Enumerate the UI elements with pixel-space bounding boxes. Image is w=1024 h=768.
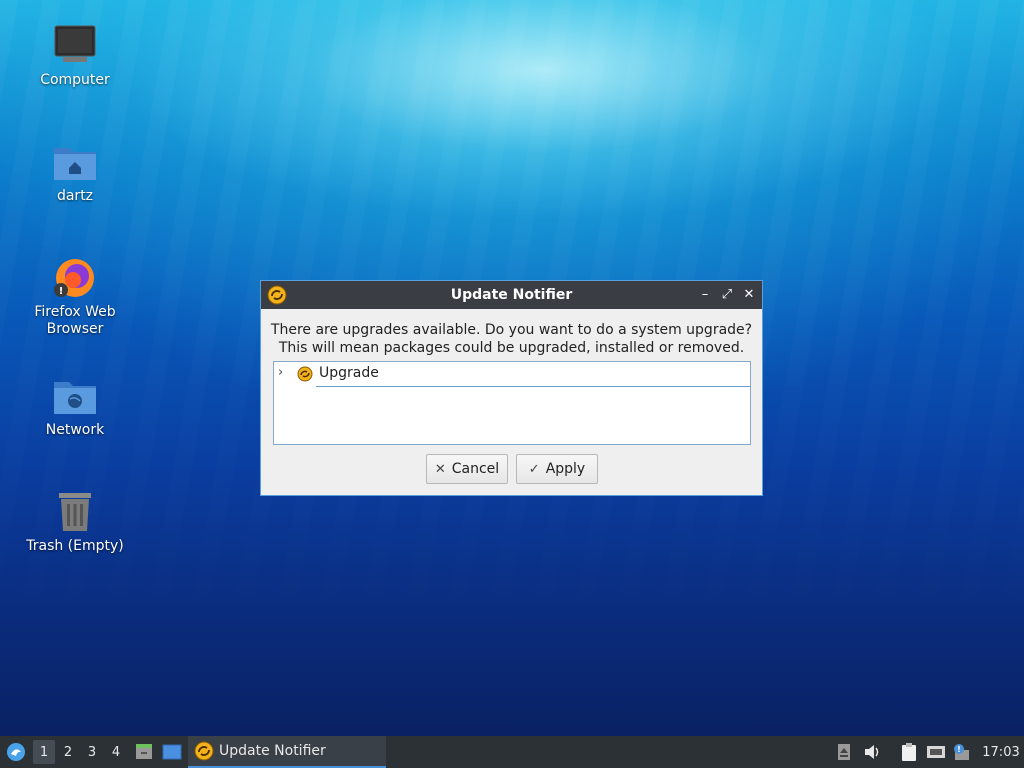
desktop-icon-label: Firefox Web Browser: [34, 304, 116, 337]
svg-text:!: !: [59, 286, 64, 297]
dialog-title: Update Notifier: [450, 287, 573, 303]
start-menu-button[interactable]: [4, 736, 28, 768]
network-folder-icon: [51, 372, 99, 420]
workspace-1[interactable]: 1: [33, 740, 55, 764]
file-manager-launcher[interactable]: [132, 736, 156, 768]
update-notifier-icon: [267, 285, 287, 305]
svg-text:!: !: [957, 745, 961, 754]
clipboard-icon[interactable]: [898, 736, 920, 768]
maximize-button[interactable]: ⤢: [718, 285, 736, 303]
apply-button-label: Apply: [545, 461, 586, 477]
desktop-icon-label: Computer: [40, 72, 110, 88]
cancel-button-label: Cancel: [451, 461, 500, 477]
desktop-icon-label: Network: [45, 422, 105, 438]
tree-expander-chevron-right-icon[interactable]: ›: [278, 365, 292, 381]
update-available-tray-icon[interactable]: !: [950, 736, 972, 768]
tray-eject-icon[interactable]: [834, 736, 854, 768]
cancel-button[interactable]: ✕ Cancel: [426, 454, 508, 484]
trash-icon: [51, 488, 99, 536]
dialog-message: There are upgrades available. Do you wan…: [261, 321, 762, 357]
desktop-icon-network[interactable]: Network: [20, 372, 130, 439]
taskbar-task-update-notifier[interactable]: Update Notifier: [188, 736, 386, 768]
desktop-icon: [162, 744, 182, 760]
tree-row-label: Upgrade: [319, 365, 379, 381]
dialog-titlebar[interactable]: Update Notifier – ⤢ ✕: [261, 281, 762, 309]
minimize-button[interactable]: –: [696, 285, 714, 303]
start-menu-icon: [7, 743, 25, 761]
update-notifier-icon: [194, 741, 214, 761]
update-package-icon: [297, 366, 313, 382]
update-notifier-dialog: Update Notifier – ⤢ ✕ There are upgrades…: [260, 280, 763, 496]
clock[interactable]: 17:03: [978, 736, 1024, 768]
message-line-2: This will mean packages could be upgrade…: [278, 340, 745, 356]
workspace-3[interactable]: 3: [81, 736, 103, 768]
upgrade-tree-view[interactable]: › Upgrade: [273, 361, 751, 445]
checkmark-icon: ✓: [528, 461, 540, 477]
desktop-icon-computer[interactable]: Computer: [20, 22, 130, 89]
home-folder-icon: [51, 138, 99, 186]
desktop-icon-label: dartz: [56, 188, 94, 204]
volume-icon[interactable]: [861, 736, 883, 768]
show-desktop-button[interactable]: [160, 736, 184, 768]
workspace-4[interactable]: 4: [105, 736, 127, 768]
firefox-icon: !: [51, 254, 99, 302]
desktop-icon-firefox[interactable]: ! Firefox Web Browser: [20, 254, 130, 338]
task-label: Update Notifier: [219, 743, 326, 759]
desktop-icon-home[interactable]: dartz: [20, 138, 130, 205]
close-button[interactable]: ✕: [740, 285, 758, 303]
workspace-2[interactable]: 2: [57, 736, 79, 768]
desktop-icon-label: Trash (Empty): [26, 538, 124, 554]
computer-icon: [51, 22, 99, 70]
file-manager-icon: [136, 744, 152, 759]
tree-row-upgrade[interactable]: Upgrade: [316, 362, 750, 387]
cancel-x-icon: ✕: [434, 461, 446, 477]
apply-button[interactable]: ✓ Apply: [516, 454, 598, 484]
taskbar: 1 2 3 4 Update Notifier ! 17:03: [0, 736, 1024, 768]
desktop-icon-trash[interactable]: Trash (Empty): [20, 488, 130, 555]
network-status-icon[interactable]: [925, 736, 947, 768]
message-line-1: There are upgrades available. Do you wan…: [270, 322, 753, 338]
